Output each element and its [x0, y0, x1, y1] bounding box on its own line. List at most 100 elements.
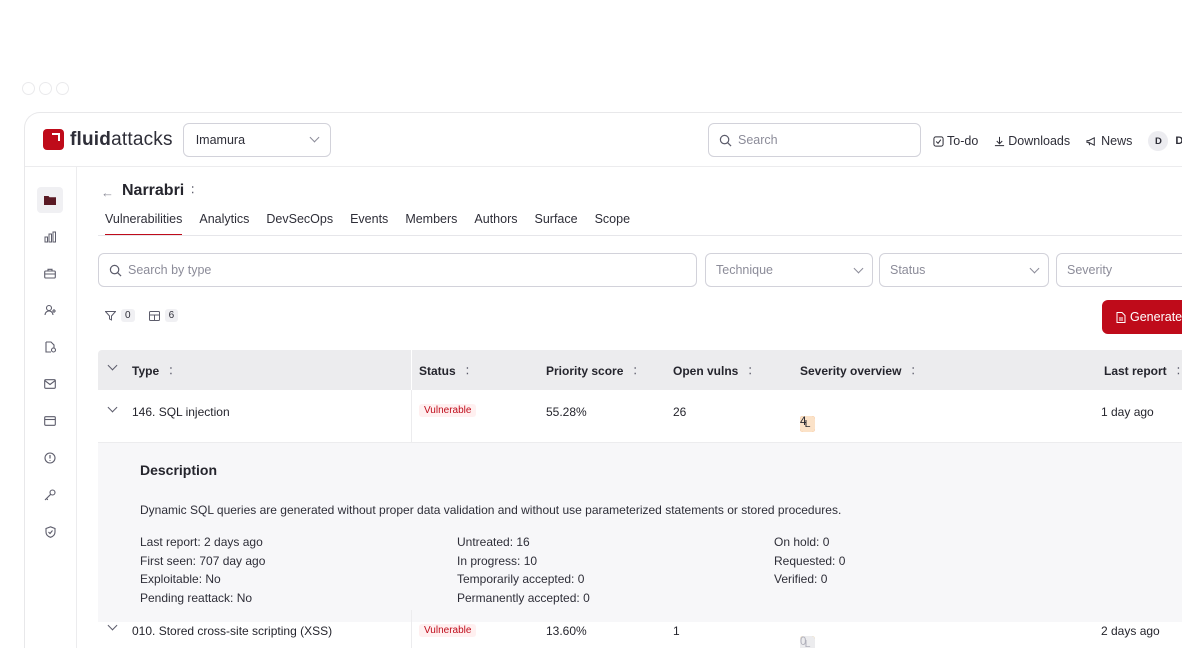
column-header-status[interactable]: Status ⁚	[419, 364, 469, 378]
expand-all-icon[interactable]	[107, 360, 118, 371]
user-add-icon	[43, 304, 56, 316]
technique-select[interactable]: Technique	[705, 253, 873, 287]
sidebar-item-billing[interactable]	[37, 408, 63, 434]
tab-authors[interactable]: Authors	[474, 212, 517, 236]
todo-button[interactable]: To-do	[933, 134, 978, 148]
severity-select[interactable]: Severity	[1056, 253, 1182, 287]
chevron-down-icon	[309, 132, 320, 143]
chart-icon	[44, 231, 56, 243]
generate-report-label: Generate r	[1130, 310, 1182, 324]
tab-surface[interactable]: Surface	[535, 212, 578, 236]
window-controls	[22, 82, 69, 95]
row-detail-panel: Description Dynamic SQL queries are gene…	[98, 443, 1182, 622]
mail-icon	[44, 379, 56, 389]
row-priority: 13.60%	[546, 624, 587, 638]
tab-devsecops[interactable]: DevSecOps	[266, 212, 333, 236]
row-type: 010. Stored cross-site scripting (XSS)	[132, 624, 333, 638]
detail-in-progress: In progress: 10	[457, 553, 538, 568]
type-search-input[interactable]: Search by type	[98, 253, 697, 287]
avatar: D	[1148, 131, 1169, 151]
columns-toggle[interactable]: 6	[148, 309, 179, 322]
tab-scope[interactable]: Scope	[595, 212, 630, 236]
back-arrow-icon[interactable]: ←	[101, 185, 114, 200]
status-placeholder: Status	[890, 263, 926, 277]
file-search-icon	[44, 341, 56, 353]
page-title[interactable]: Narrabri ⁚	[122, 182, 194, 200]
briefcase-icon	[44, 268, 56, 279]
user-menu[interactable]: D Da	[1148, 131, 1182, 151]
project-name: Narrabri	[122, 182, 185, 199]
detail-verified: Verified: 0	[774, 572, 828, 586]
detail-description: Dynamic SQL queries are generated withou…	[140, 503, 842, 517]
detail-column-2: Untreated: 16 In progress: 10 Temporaril…	[457, 533, 590, 607]
table-header: Type ⁚ Status ⁚ Priority score ⁚ Open vu…	[98, 350, 1182, 390]
sidebar-item-security[interactable]	[37, 519, 63, 545]
tab-events[interactable]: Events	[350, 212, 388, 236]
maximize-dot[interactable]	[56, 82, 69, 95]
filters-toggle[interactable]: 0	[105, 309, 135, 322]
chevron-down-icon	[853, 263, 864, 273]
sidebar-item-reports[interactable]	[37, 334, 63, 360]
downloads-button[interactable]: Downloads	[994, 134, 1070, 148]
news-button[interactable]: News	[1086, 134, 1132, 148]
tab-vulnerabilities[interactable]: Vulnerabilities	[105, 212, 183, 236]
logo[interactable]: fluidattacks	[43, 129, 173, 151]
sidebar-item-analytics[interactable]	[37, 224, 63, 250]
row-expand-icon[interactable]	[107, 620, 118, 631]
main-content: ← Narrabri ⁚ Vulnerabilities Analytics De…	[78, 167, 1182, 648]
low-count: 4	[800, 416, 807, 428]
minimize-dot[interactable]	[39, 82, 52, 95]
tab-bar: Vulnerabilities Analytics DevSecOps Even…	[105, 212, 630, 236]
todo-label: To-do	[947, 134, 979, 148]
sidebar-item-credentials[interactable]	[37, 482, 63, 508]
tab-divider	[98, 235, 1182, 236]
column-header-severity[interactable]: Severity overview ⁚	[800, 364, 915, 378]
column-header-priority[interactable]: Priority score ⁚	[546, 364, 637, 378]
column-count: 6	[164, 309, 179, 322]
app-window: fluidattacks Imamura Search To-do Downlo…	[24, 112, 1182, 648]
organization-select[interactable]: Imamura	[182, 122, 331, 157]
filter-chips: 0 6	[105, 309, 179, 322]
search-icon	[109, 264, 122, 276]
organization-value: Imamura	[195, 132, 246, 147]
sidebar-item-portfolio[interactable]	[37, 260, 63, 286]
sidebar-item-alerts[interactable]	[37, 445, 63, 471]
sidebar-item-groups[interactable]	[37, 187, 63, 213]
row-expand-icon[interactable]	[107, 402, 118, 413]
technique-placeholder: Technique	[716, 263, 773, 277]
detail-on-hold: On hold: 0	[774, 535, 830, 549]
checkbox-icon	[933, 135, 944, 147]
download-icon	[995, 136, 1005, 146]
downloads-label: Downloads	[1008, 134, 1071, 148]
column-header-last-report[interactable]: Last report ⁚	[1104, 364, 1180, 378]
detail-untreated: Untreated: 16	[457, 535, 530, 549]
status-badge: Vulnerable	[419, 624, 477, 637]
alert-icon	[44, 452, 56, 464]
filter-count: 0	[121, 309, 135, 322]
logo-icon	[43, 129, 64, 150]
shield-icon	[44, 526, 56, 538]
sidebar-item-members[interactable]	[37, 297, 63, 323]
column-header-type[interactable]: Type ⁚	[132, 364, 172, 378]
row-priority: 55.28%	[546, 405, 587, 419]
detail-exploitable: Exploitable: No	[140, 572, 221, 586]
status-select[interactable]: Status	[879, 253, 1049, 287]
table-row[interactable]: 010. Stored cross-site scripting (XSS) V…	[98, 610, 1182, 648]
nav-actions: To-do Downloads News D Da	[933, 131, 1182, 151]
close-dot[interactable]	[22, 82, 35, 95]
row-last-report: 1 day ago	[1101, 405, 1154, 419]
generate-report-button[interactable]: Generate r	[1102, 300, 1182, 334]
row-open-vulns: 26	[673, 405, 687, 419]
column-header-open-vulns[interactable]: Open vulns ⁚	[673, 364, 752, 378]
detail-pending-reattack: Pending reattack: No	[140, 590, 253, 605]
type-search-placeholder: Search by type	[128, 263, 212, 277]
row-type: 146. SQL injection	[132, 405, 230, 419]
megaphone-icon	[1086, 136, 1095, 146]
detail-last-report: Last report: 2 days ago	[140, 535, 263, 549]
table-row[interactable]: 146. SQL injection Vulnerable 55.28% 26 …	[98, 390, 1182, 443]
global-search-input[interactable]: Search	[708, 123, 921, 157]
sidebar-item-inbox[interactable]	[37, 371, 63, 397]
tab-members[interactable]: Members	[405, 212, 457, 236]
tab-analytics[interactable]: Analytics	[199, 212, 249, 236]
detail-column-1: Last report: 2 days ago First seen: 707 …	[140, 533, 265, 607]
